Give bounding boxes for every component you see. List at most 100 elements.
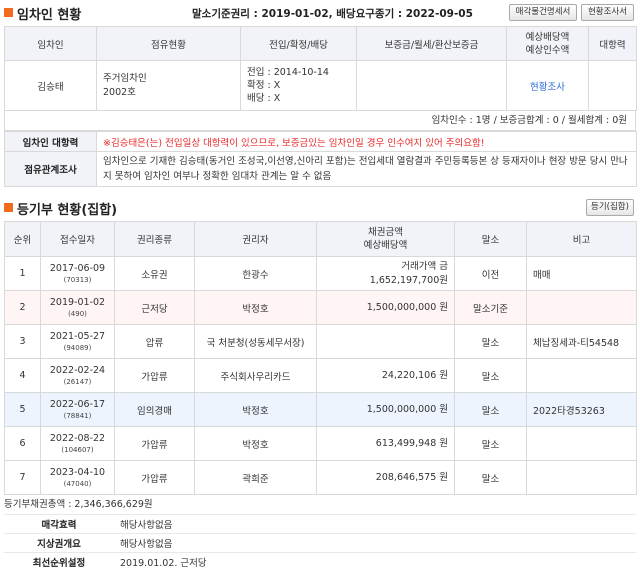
extra-value: 2019.01.02. 근저당 <box>114 552 636 571</box>
registry-row: 1 2017-06-09 (70313) 소유권 한광수 거래가액 금 1,652,197,… <box>4 256 637 291</box>
tenant-opposing <box>588 60 637 111</box>
tenant-dates: 전입 : 2014-10-14 확정 : X 배당 : X <box>240 60 357 111</box>
registry-extra-row: 매각효력 해당사항없음 <box>4 514 636 534</box>
note-cell: 매매 <box>526 256 637 291</box>
header-cancel: 말소 <box>454 221 527 257</box>
holder-cell: 주식회사우리카드 <box>194 358 317 393</box>
receipt-number: (490) <box>68 310 87 318</box>
amount-line-2: 1,652,197,700원 <box>369 274 448 286</box>
amount-cell <box>316 324 455 359</box>
sale-statement-button[interactable]: 매각물건명세서 <box>509 4 577 21</box>
note-cell: 체납징세과-티54548 <box>526 324 637 359</box>
holder-cell: 곽희준 <box>194 460 317 495</box>
rank-cell: 1 <box>4 256 41 291</box>
tenant-section-title: 임차인 현황 <box>17 8 82 23</box>
tenant-row: 김승태 주거임차인 2002호 전입 : 2014-10-14 확정 : X 배… <box>4 60 637 111</box>
fixed-date: 확정 : X <box>247 80 281 91</box>
registry-extra-table: 매각효력 해당사항없음 지상권개요 해당사항없음 최선순위설정 2019.01.02. 근… <box>4 514 636 571</box>
amount-cell: 거래가액 금 1,652,197,700원 <box>316 256 455 291</box>
cancel-cell: 말소 <box>454 460 527 495</box>
date-cell: 2021-05-27 (94089) <box>40 324 115 359</box>
registry-extra-row: 지상권개요 해당사항없음 <box>4 533 636 553</box>
header-dates: 전입/확정/배당 <box>240 26 357 61</box>
header-opposing: 대항력 <box>588 26 637 61</box>
cancel-cell: 말소 <box>454 426 527 461</box>
registry-section-header: 등기부 현황(집합) 등기(집합) <box>0 195 640 221</box>
date-cell: 2017-06-09 (70313) <box>40 256 115 291</box>
note-cell <box>526 460 637 495</box>
receipt-number: (47040) <box>63 480 92 488</box>
extra-label: 최선순위설정 <box>4 552 114 571</box>
registry-section-title: 등기부 현황(집합) <box>17 203 118 218</box>
receipt-date: 2022-06-17 <box>49 399 106 410</box>
registry-total: 등기부채권총액 : 2,346,366,629원 <box>4 499 153 510</box>
header-rank: 순위 <box>4 221 41 257</box>
rank-cell: 5 <box>4 392 41 427</box>
registry-table: 순위 접수일자 권리종류 권리자 채권금액 예상배당액 말소 비고 1 2017-… <box>4 221 637 495</box>
registry-extra-row: 최선순위설정 2019.01.02. 근저당 <box>4 552 636 571</box>
amount-line-1: 24,220,106 원 <box>381 369 448 381</box>
receipt-date: 2022-08-22 <box>49 433 106 444</box>
status-survey-link[interactable]: 현황조사 <box>530 82 565 93</box>
tenant-table: 임차인 점유현황 전입/확정/배당 보증금/월세/환산보증금 예상배당액 예상인… <box>4 26 637 111</box>
registry-row: 4 2022-02-24 (26147) 가압류 주식회사우리카드 24,220,106 … <box>4 358 637 393</box>
rank-cell: 6 <box>4 426 41 461</box>
extra-value: 해당사항없음 <box>114 514 636 534</box>
cancel-cell: 말소 <box>454 392 527 427</box>
investigation-text: 임차인으로 기재한 김승태(동거인 조성국,이선영,신아리 포함)는 전입세대 … <box>96 151 637 187</box>
registry-button[interactable]: 등기(집합) <box>586 199 634 216</box>
receipt-number: (94089) <box>63 344 92 352</box>
registry-row: 2 2019-01-02 (490) 근저당 박정호 1,500,000,000 원 말소기… <box>4 290 637 325</box>
section-bullet-icon <box>4 203 13 212</box>
header-tenant: 임차인 <box>4 26 97 61</box>
tenant-baseline-info: 말소기준권리 : 2019-01-02, 배당요구종기 : 2022-09-05 <box>192 8 473 20</box>
survey-report-button[interactable]: 현황조사서 <box>581 4 634 21</box>
rank-cell: 3 <box>4 324 41 359</box>
date-cell: 2023-04-10 (47040) <box>40 460 115 495</box>
note-cell <box>526 358 637 393</box>
header-note: 비고 <box>526 221 637 257</box>
note-cell <box>526 290 637 325</box>
header-right-type: 권리종류 <box>114 221 195 257</box>
right-type-cell: 가압류 <box>114 358 195 393</box>
receipt-number: (104607) <box>61 446 94 454</box>
tenant-section-header: 임차인 현황 말소기준권리 : 2019-01-02, 배당요구종기 : 202… <box>0 0 640 26</box>
date-cell: 2022-08-22 (104607) <box>40 426 115 461</box>
cancel-cell: 말소기준 <box>454 290 527 325</box>
tenant-name: 김승태 <box>4 60 97 111</box>
extra-label: 지상권개요 <box>4 533 114 553</box>
cancel-cell: 말소 <box>454 324 527 359</box>
amount-cell: 24,220,106 원 <box>316 358 455 393</box>
amount-cell: 1,500,000,000 원 <box>316 392 455 427</box>
right-type-cell: 근저당 <box>114 290 195 325</box>
holder-cell: 박정호 <box>194 426 317 461</box>
header-holder: 권리자 <box>194 221 317 257</box>
header-expected: 예상배당액 예상인수액 <box>506 26 589 61</box>
date-cell: 2022-02-24 (26147) <box>40 358 115 393</box>
amount-cell: 613,499,948 원 <box>316 426 455 461</box>
note-cell <box>526 426 637 461</box>
section-bullet-icon <box>4 8 13 17</box>
right-type-cell: 가압류 <box>114 460 195 495</box>
receipt-date: 2022-02-24 <box>49 365 106 376</box>
occupancy-type: 주거임차인 <box>103 72 147 84</box>
holder-cell: 박정호 <box>194 392 317 427</box>
header-expected-assumption: 예상인수액 <box>525 44 570 56</box>
amount-line-1: 거래가액 금 <box>401 260 448 272</box>
header-date: 접수일자 <box>40 221 115 257</box>
investigation-label: 점유관계조사 <box>4 151 97 187</box>
date-cell: 2022-06-17 (78841) <box>40 392 115 427</box>
tenant-deposit <box>356 60 507 111</box>
opposing-warning: ※김승태은(는) 전입일상 대항력이 있으므로, 보증금있는 임차인일 경우 인… <box>96 131 637 152</box>
receipt-date: 2023-04-10 <box>49 467 106 478</box>
tenant-occupancy: 주거임차인 2002호 <box>96 60 241 111</box>
receipt-date: 2017-06-09 <box>49 263 106 274</box>
amount-cell: 1,500,000,000 원 <box>316 290 455 325</box>
header-expected-dividend: 예상배당액 <box>363 240 408 251</box>
header-amount: 채권금액 예상배당액 <box>316 221 455 257</box>
date-cell: 2019-01-02 (490) <box>40 290 115 325</box>
right-type-cell: 임의경매 <box>114 392 195 427</box>
holder-cell: 국 처분청(성동세무서장) <box>194 324 317 359</box>
cancel-cell: 말소 <box>454 358 527 393</box>
right-type-cell: 가압류 <box>114 426 195 461</box>
